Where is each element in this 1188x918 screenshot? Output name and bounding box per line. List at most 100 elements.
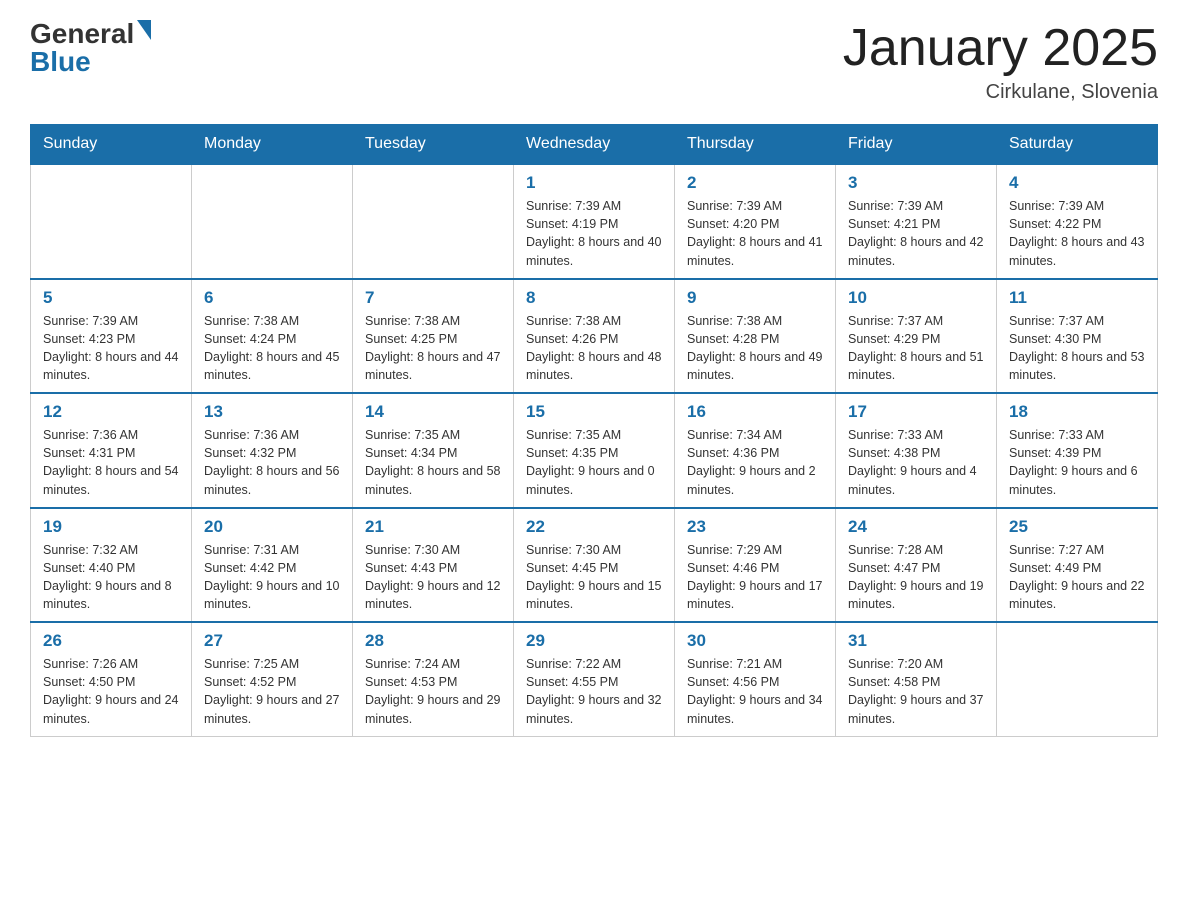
day-number: 20 bbox=[204, 517, 340, 537]
day-info: Sunrise: 7:21 AMSunset: 4:56 PMDaylight:… bbox=[687, 655, 823, 728]
day-info: Sunrise: 7:38 AMSunset: 4:28 PMDaylight:… bbox=[687, 312, 823, 385]
day-info: Sunrise: 7:39 AMSunset: 4:23 PMDaylight:… bbox=[43, 312, 179, 385]
day-number: 19 bbox=[43, 517, 179, 537]
logo-blue-text: Blue bbox=[30, 46, 91, 77]
calendar-cell-2-6: 10 Sunrise: 7:37 AMSunset: 4:29 PMDayligh… bbox=[836, 279, 997, 394]
title-section: January 2025 Cirkulane, Slovenia bbox=[843, 20, 1158, 104]
day-info: Sunrise: 7:38 AMSunset: 4:24 PMDaylight:… bbox=[204, 312, 340, 385]
day-info: Sunrise: 7:31 AMSunset: 4:42 PMDaylight:… bbox=[204, 541, 340, 614]
day-info: Sunrise: 7:27 AMSunset: 4:49 PMDaylight:… bbox=[1009, 541, 1145, 614]
day-number: 7 bbox=[365, 288, 501, 308]
logo-wrapper: General Blue bbox=[30, 20, 151, 76]
logo: General Blue bbox=[30, 20, 151, 76]
calendar-cell-3-3: 14Sunrise: 7:35 AMSunset: 4:34 PMDayligh… bbox=[353, 393, 514, 508]
calendar-header-saturday: Saturday bbox=[997, 125, 1158, 165]
calendar-cell-2-7: 11Sunrise: 7:37 AMSunset: 4:30 PMDayligh… bbox=[997, 279, 1158, 394]
day-info: Sunrise: 7:24 AMSunset: 4:53 PMDaylight:… bbox=[365, 655, 501, 728]
day-number: 2 bbox=[687, 173, 823, 193]
day-number: 28 bbox=[365, 631, 501, 651]
calendar-cell-1-3 bbox=[353, 164, 514, 279]
calendar-cell-4-3: 21 Sunrise: 7:30 AMSunset: 4:43 PMDayligh… bbox=[353, 508, 514, 623]
calendar-cell-1-6: 3 Sunrise: 7:39 AMSunset: 4:21 PMDaylight… bbox=[836, 164, 997, 279]
day-number: 5 bbox=[43, 288, 179, 308]
day-number: 26 bbox=[43, 631, 179, 651]
day-number: 30 bbox=[687, 631, 823, 651]
page-subtitle: Cirkulane, Slovenia bbox=[843, 81, 1158, 104]
day-number: 14 bbox=[365, 402, 501, 422]
day-info: Sunrise: 7:33 AMSunset: 4:38 PMDaylight:… bbox=[848, 426, 984, 499]
day-number: 3 bbox=[848, 173, 984, 193]
calendar-cell-3-2: 13Sunrise: 7:36 AMSunset: 4:32 PMDayligh… bbox=[192, 393, 353, 508]
day-number: 15 bbox=[526, 402, 662, 422]
calendar-header-sunday: Sunday bbox=[31, 125, 192, 165]
day-number: 9 bbox=[687, 288, 823, 308]
day-info: Sunrise: 7:36 AMSunset: 4:31 PMDaylight:… bbox=[43, 426, 179, 499]
calendar-header-monday: Monday bbox=[192, 125, 353, 165]
page-header: General Blue January 2025 Cirkulane, Slo… bbox=[30, 20, 1158, 104]
day-number: 4 bbox=[1009, 173, 1145, 193]
calendar-cell-4-2: 20 Sunrise: 7:31 AMSunset: 4:42 PMDayligh… bbox=[192, 508, 353, 623]
day-info: Sunrise: 7:29 AMSunset: 4:46 PMDaylight:… bbox=[687, 541, 823, 614]
calendar-header-row: SundayMondayTuesdayWednesdayThursdayFrid… bbox=[31, 125, 1158, 165]
day-number: 23 bbox=[687, 517, 823, 537]
calendar-cell-1-1 bbox=[31, 164, 192, 279]
day-number: 24 bbox=[848, 517, 984, 537]
week-row-2: 5 Sunrise: 7:39 AMSunset: 4:23 PMDaylight… bbox=[31, 279, 1158, 394]
calendar-cell-5-2: 27Sunrise: 7:25 AMSunset: 4:52 PMDayligh… bbox=[192, 622, 353, 736]
day-number: 31 bbox=[848, 631, 984, 651]
calendar-cell-2-4: 8 Sunrise: 7:38 AMSunset: 4:26 PMDaylight… bbox=[514, 279, 675, 394]
calendar-cell-1-2 bbox=[192, 164, 353, 279]
calendar-cell-5-6: 31 Sunrise: 7:20 AMSunset: 4:58 PMDayligh… bbox=[836, 622, 997, 736]
calendar-cell-1-4: 1 Sunrise: 7:39 AMSunset: 4:19 PMDaylight… bbox=[514, 164, 675, 279]
calendar-cell-3-1: 12Sunrise: 7:36 AMSunset: 4:31 PMDayligh… bbox=[31, 393, 192, 508]
calendar-cell-5-1: 26 Sunrise: 7:26 AMSunset: 4:50 PMDayligh… bbox=[31, 622, 192, 736]
day-number: 27 bbox=[204, 631, 340, 651]
calendar-cell-4-6: 24Sunrise: 7:28 AMSunset: 4:47 PMDayligh… bbox=[836, 508, 997, 623]
day-info: Sunrise: 7:30 AMSunset: 4:43 PMDaylight:… bbox=[365, 541, 501, 614]
calendar-cell-4-7: 25Sunrise: 7:27 AMSunset: 4:49 PMDayligh… bbox=[997, 508, 1158, 623]
logo-line2: Blue bbox=[30, 48, 151, 76]
day-number: 21 bbox=[365, 517, 501, 537]
calendar-cell-2-2: 6 Sunrise: 7:38 AMSunset: 4:24 PMDaylight… bbox=[192, 279, 353, 394]
calendar-header-wednesday: Wednesday bbox=[514, 125, 675, 165]
calendar-cell-2-5: 9 Sunrise: 7:38 AMSunset: 4:28 PMDaylight… bbox=[675, 279, 836, 394]
calendar-cell-5-4: 29 Sunrise: 7:22 AMSunset: 4:55 PMDayligh… bbox=[514, 622, 675, 736]
day-info: Sunrise: 7:33 AMSunset: 4:39 PMDaylight:… bbox=[1009, 426, 1145, 499]
calendar-header-thursday: Thursday bbox=[675, 125, 836, 165]
week-row-4: 19 Sunrise: 7:32 AMSunset: 4:40 PMDayligh… bbox=[31, 508, 1158, 623]
calendar-cell-1-5: 2 Sunrise: 7:39 AMSunset: 4:20 PMDaylight… bbox=[675, 164, 836, 279]
day-info: Sunrise: 7:22 AMSunset: 4:55 PMDaylight:… bbox=[526, 655, 662, 728]
page-title: January 2025 bbox=[843, 20, 1158, 77]
day-number: 29 bbox=[526, 631, 662, 651]
calendar-table: SundayMondayTuesdayWednesdayThursdayFrid… bbox=[30, 124, 1158, 737]
day-info: Sunrise: 7:32 AMSunset: 4:40 PMDaylight:… bbox=[43, 541, 179, 614]
day-info: Sunrise: 7:35 AMSunset: 4:35 PMDaylight:… bbox=[526, 426, 662, 499]
logo-line1: General bbox=[30, 20, 151, 48]
calendar-cell-1-7: 4Sunrise: 7:39 AMSunset: 4:22 PMDaylight… bbox=[997, 164, 1158, 279]
calendar-cell-2-3: 7 Sunrise: 7:38 AMSunset: 4:25 PMDaylight… bbox=[353, 279, 514, 394]
day-number: 1 bbox=[526, 173, 662, 193]
calendar-cell-3-7: 18 Sunrise: 7:33 AMSunset: 4:39 PMDayligh… bbox=[997, 393, 1158, 508]
calendar-cell-5-5: 30 Sunrise: 7:21 AMSunset: 4:56 PMDayligh… bbox=[675, 622, 836, 736]
day-info: Sunrise: 7:39 AMSunset: 4:21 PMDaylight:… bbox=[848, 197, 984, 270]
day-info: Sunrise: 7:20 AMSunset: 4:58 PMDaylight:… bbox=[848, 655, 984, 728]
calendar-cell-2-1: 5 Sunrise: 7:39 AMSunset: 4:23 PMDaylight… bbox=[31, 279, 192, 394]
day-number: 8 bbox=[526, 288, 662, 308]
calendar-cell-4-5: 23 Sunrise: 7:29 AMSunset: 4:46 PMDayligh… bbox=[675, 508, 836, 623]
calendar-cell-4-4: 22Sunrise: 7:30 AMSunset: 4:45 PMDayligh… bbox=[514, 508, 675, 623]
day-number: 18 bbox=[1009, 402, 1145, 422]
day-info: Sunrise: 7:39 AMSunset: 4:20 PMDaylight:… bbox=[687, 197, 823, 270]
day-info: Sunrise: 7:39 AMSunset: 4:19 PMDaylight:… bbox=[526, 197, 662, 270]
day-info: Sunrise: 7:38 AMSunset: 4:25 PMDaylight:… bbox=[365, 312, 501, 385]
week-row-1: 1 Sunrise: 7:39 AMSunset: 4:19 PMDaylight… bbox=[31, 164, 1158, 279]
day-number: 6 bbox=[204, 288, 340, 308]
calendar-cell-3-5: 16Sunrise: 7:34 AMSunset: 4:36 PMDayligh… bbox=[675, 393, 836, 508]
day-number: 16 bbox=[687, 402, 823, 422]
day-number: 17 bbox=[848, 402, 984, 422]
calendar-cell-5-7 bbox=[997, 622, 1158, 736]
day-info: Sunrise: 7:37 AMSunset: 4:29 PMDaylight:… bbox=[848, 312, 984, 385]
day-info: Sunrise: 7:26 AMSunset: 4:50 PMDaylight:… bbox=[43, 655, 179, 728]
week-row-3: 12Sunrise: 7:36 AMSunset: 4:31 PMDayligh… bbox=[31, 393, 1158, 508]
day-number: 10 bbox=[848, 288, 984, 308]
day-info: Sunrise: 7:38 AMSunset: 4:26 PMDaylight:… bbox=[526, 312, 662, 385]
